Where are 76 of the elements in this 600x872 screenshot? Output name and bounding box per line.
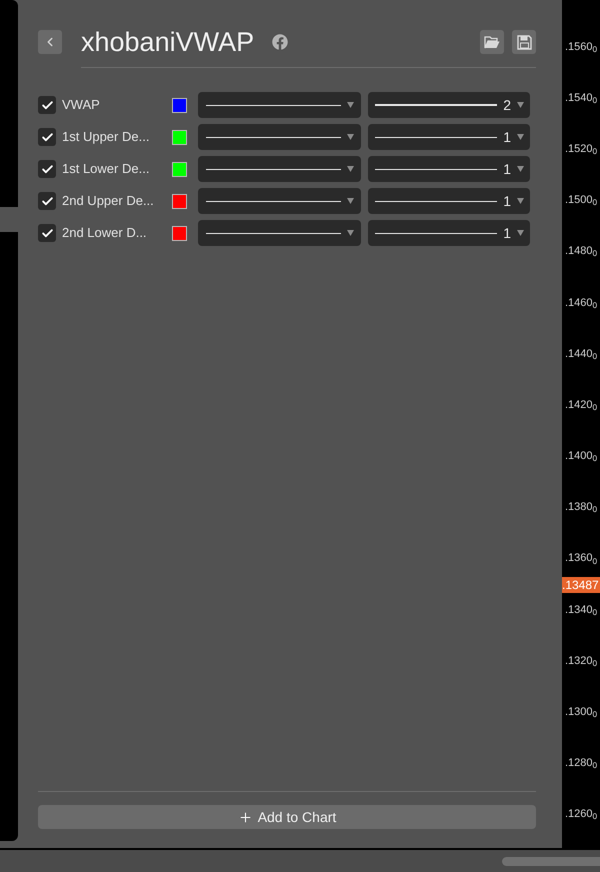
check-icon	[40, 162, 54, 176]
checkbox[interactable]	[38, 160, 56, 178]
line-width-dropdown[interactable]: 2	[368, 92, 530, 118]
caret-icon	[517, 166, 524, 172]
checkbox[interactable]	[38, 96, 56, 114]
check-icon	[40, 98, 54, 112]
price-axis-label: .1480$_{0}$	[565, 245, 598, 258]
scrollbar-thumb[interactable]	[502, 856, 600, 866]
back-button[interactable]	[38, 30, 62, 54]
caret-icon	[347, 102, 354, 108]
price-axis-label: .1380$_{0}$	[565, 501, 598, 514]
folder-open-icon	[484, 36, 500, 48]
line-preview-icon	[375, 232, 498, 234]
price-axis-label: .1520$_{0}$	[565, 142, 598, 155]
checkbox[interactable]	[38, 128, 56, 146]
caret-icon	[347, 134, 354, 140]
line-width-dropdown[interactable]: 1	[368, 188, 530, 214]
plot-label: 1st Upper De...	[62, 129, 150, 145]
price-axis-label: .1500$_{0}$	[565, 194, 598, 206]
save-button[interactable]	[512, 30, 536, 54]
color-swatch-icon[interactable]	[172, 130, 187, 144]
caret-icon	[517, 102, 524, 108]
check-icon	[40, 130, 54, 144]
line-preview-icon	[375, 168, 498, 170]
price-axis-label: .1440$_{0}$	[565, 348, 598, 360]
line-preview-icon	[206, 168, 341, 170]
facebook-icon[interactable]	[272, 34, 288, 50]
checkbox[interactable]	[38, 224, 56, 242]
price-axis-label: .1300$_{0}$	[565, 706, 598, 718]
line-preview-icon	[375, 136, 498, 138]
price-axis-label: .1560$_{0}$	[565, 40, 598, 53]
color-swatch-icon[interactable]	[172, 226, 187, 240]
line-width-dropdown[interactable]: 1	[368, 124, 530, 150]
plot-label: VWAP	[62, 97, 101, 113]
check-icon	[40, 194, 54, 208]
current-price-tag: .13487	[562, 577, 600, 593]
line-style-dropdown[interactable]	[198, 220, 361, 246]
price-axis-label: .1260$_{0}$	[565, 808, 598, 820]
price-axis-label: .1540$_{0}$	[565, 92, 598, 104]
caret-icon	[347, 198, 354, 204]
check-icon	[40, 226, 54, 240]
indicator-title: xhobaniVWAP	[81, 27, 254, 57]
checkbox[interactable]	[38, 192, 56, 210]
caret-icon	[517, 134, 524, 140]
line-preview-icon	[206, 136, 341, 138]
caret-icon	[347, 166, 354, 172]
line-preview-icon	[375, 104, 498, 106]
color-swatch-icon[interactable]	[172, 98, 187, 112]
caret-icon	[347, 230, 354, 236]
price-axis-label: .1340$_{0}$	[565, 604, 598, 616]
line-preview-icon	[206, 104, 341, 106]
line-style-dropdown[interactable]	[198, 156, 361, 182]
line-preview-icon	[206, 200, 341, 202]
price-axis-label: .1420$_{0}$	[565, 398, 598, 411]
plot-label: 2nd Lower D...	[62, 225, 148, 241]
plot-label: 1st Lower De...	[62, 161, 150, 177]
add-to-chart-button[interactable]: Add to Chart	[38, 805, 536, 829]
line-width-dropdown[interactable]: 1	[368, 156, 530, 182]
caret-icon	[517, 230, 524, 236]
line-style-dropdown[interactable]	[198, 92, 361, 118]
line-preview-icon	[206, 232, 341, 234]
color-swatch-icon[interactable]	[172, 194, 187, 208]
line-width-dropdown[interactable]: 1	[368, 220, 530, 246]
plot-label: 2nd Upper De...	[62, 193, 155, 209]
line-style-dropdown[interactable]	[198, 188, 361, 214]
plus-icon	[238, 810, 253, 824]
open-button[interactable]	[480, 30, 504, 54]
price-axis-label: .1280$_{0}$	[565, 757, 598, 770]
color-swatch-icon[interactable]	[172, 162, 187, 176]
line-style-dropdown[interactable]	[198, 124, 361, 150]
caret-icon	[517, 198, 524, 204]
price-axis-label: .1460$_{0}$	[565, 296, 598, 309]
price-axis-label: .1320$_{0}$	[565, 654, 598, 667]
price-axis-label: .1400$_{0}$	[565, 450, 598, 462]
price-axis-label: .1360$_{0}$	[565, 552, 598, 564]
line-preview-icon	[375, 200, 498, 202]
